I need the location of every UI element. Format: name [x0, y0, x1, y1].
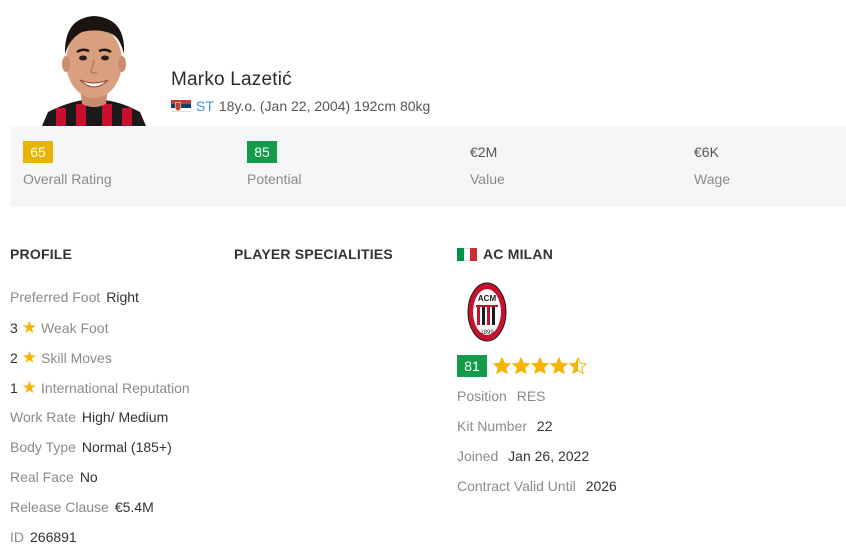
intl-rep-num: 1 — [10, 379, 18, 396]
contract-value: 2026 — [585, 478, 617, 494]
joined-label: Joined — [457, 448, 499, 464]
work-rate-label: Work Rate — [10, 409, 76, 425]
work-rate-value: High/ Medium — [81, 409, 169, 425]
club-rating: 81 — [457, 355, 588, 377]
stat-overall-rating: 65 Overall Rating — [23, 141, 112, 187]
wage-amount: €6K — [694, 144, 719, 160]
potential-badge: 85 — [247, 141, 277, 163]
release-clause-value: €5.4M — [114, 499, 154, 515]
contract-row: Contract Valid Until 2026 — [457, 478, 617, 494]
value-amount: €2M — [470, 144, 498, 160]
club-position-label: Position — [457, 388, 507, 404]
id-row: ID 266891 — [10, 529, 77, 545]
intl-rep-row: 1 ★ International Reputation — [10, 379, 190, 396]
skill-moves-row: 2 ★ Skill Moves — [10, 349, 112, 366]
joined-row: Joined Jan 26, 2022 — [457, 448, 589, 464]
italy-flag-icon — [457, 247, 478, 261]
weak-foot-num: 3 — [10, 319, 18, 336]
overall-rating-badge: 65 — [23, 141, 53, 163]
body-type-label: Body Type — [10, 439, 76, 455]
kit-number-label: Kit Number — [457, 418, 528, 434]
star-icon: ★ — [21, 318, 38, 337]
contract-label: Contract Valid Until — [457, 478, 576, 494]
release-clause-label: Release Clause — [10, 499, 109, 515]
body-type-row: Body Type Normal (185+) — [10, 439, 172, 455]
work-rate-row: Work Rate High/ Medium — [10, 409, 168, 425]
player-meta: ST 18y.o. (Jan 22, 2004) 192cm 80kg — [171, 98, 430, 114]
weak-foot-row: 3 ★ Weak Foot — [10, 319, 108, 336]
skill-moves-num: 2 — [10, 349, 18, 366]
wage-label: Wage — [694, 171, 731, 187]
position-link[interactable]: ST — [196, 98, 214, 114]
joined-value: Jan 26, 2022 — [508, 448, 590, 464]
stat-wage: €6K Wage — [694, 141, 730, 187]
weak-foot-label: Weak Foot — [41, 319, 109, 336]
intl-rep-label: International Reputation — [41, 379, 190, 396]
star-icon — [512, 357, 530, 375]
value-label: Value — [470, 171, 505, 187]
kit-number-row: Kit Number 22 — [457, 418, 553, 434]
skill-moves-label: Skill Moves — [41, 349, 112, 366]
club-position-row: Position RES — [457, 388, 546, 404]
specialities-heading: PLAYER SPECIALITIES — [234, 246, 393, 262]
star-icon: ★ — [21, 348, 38, 367]
id-label: ID — [10, 529, 24, 545]
profile-heading: PROFILE — [10, 246, 73, 262]
player-age-info: 18y.o. (Jan 22, 2004) 192cm 80kg — [218, 98, 431, 114]
star-half-icon — [569, 357, 587, 375]
real-face-value: No — [79, 469, 98, 485]
serbia-flag-icon[interactable] — [171, 99, 191, 113]
club-name[interactable]: AC MILAN — [483, 246, 553, 262]
player-photo — [38, 8, 150, 126]
star-icon — [531, 357, 549, 375]
preferred-foot-row: Preferred Foot Right — [10, 289, 139, 305]
potential-label: Potential — [247, 171, 302, 187]
club-rating-badge: 81 — [457, 355, 487, 377]
club-rating-stars — [493, 357, 588, 375]
real-face-row: Real Face No — [10, 469, 98, 485]
body-type-value: Normal (185+) — [81, 439, 172, 455]
club-logo-year: 1899 — [480, 330, 494, 336]
release-clause-row: Release Clause €5.4M — [10, 499, 154, 515]
club-position-value: RES — [516, 388, 546, 404]
stat-potential: 85 Potential — [247, 141, 301, 187]
id-value: 266891 — [30, 529, 77, 545]
preferred-foot-label: Preferred Foot — [10, 289, 101, 305]
star-icon — [550, 357, 568, 375]
stats-bar: 65 Overall Rating 85 Potential €2M Value… — [10, 127, 846, 207]
star-icon: ★ — [21, 378, 38, 397]
club-logo[interactable]: ACM 1899 — [467, 281, 507, 343]
player-name: Marko Lazetić — [171, 69, 292, 90]
kit-number-value: 22 — [536, 418, 553, 434]
real-face-label: Real Face — [10, 469, 74, 485]
club-logo-text: ACM — [478, 294, 497, 303]
overall-rating-label: Overall Rating — [23, 171, 112, 187]
stat-value: €2M Value — [470, 141, 505, 187]
preferred-foot-value: Right — [106, 289, 139, 305]
club-heading[interactable]: AC MILAN — [457, 246, 553, 262]
star-icon — [493, 357, 511, 375]
